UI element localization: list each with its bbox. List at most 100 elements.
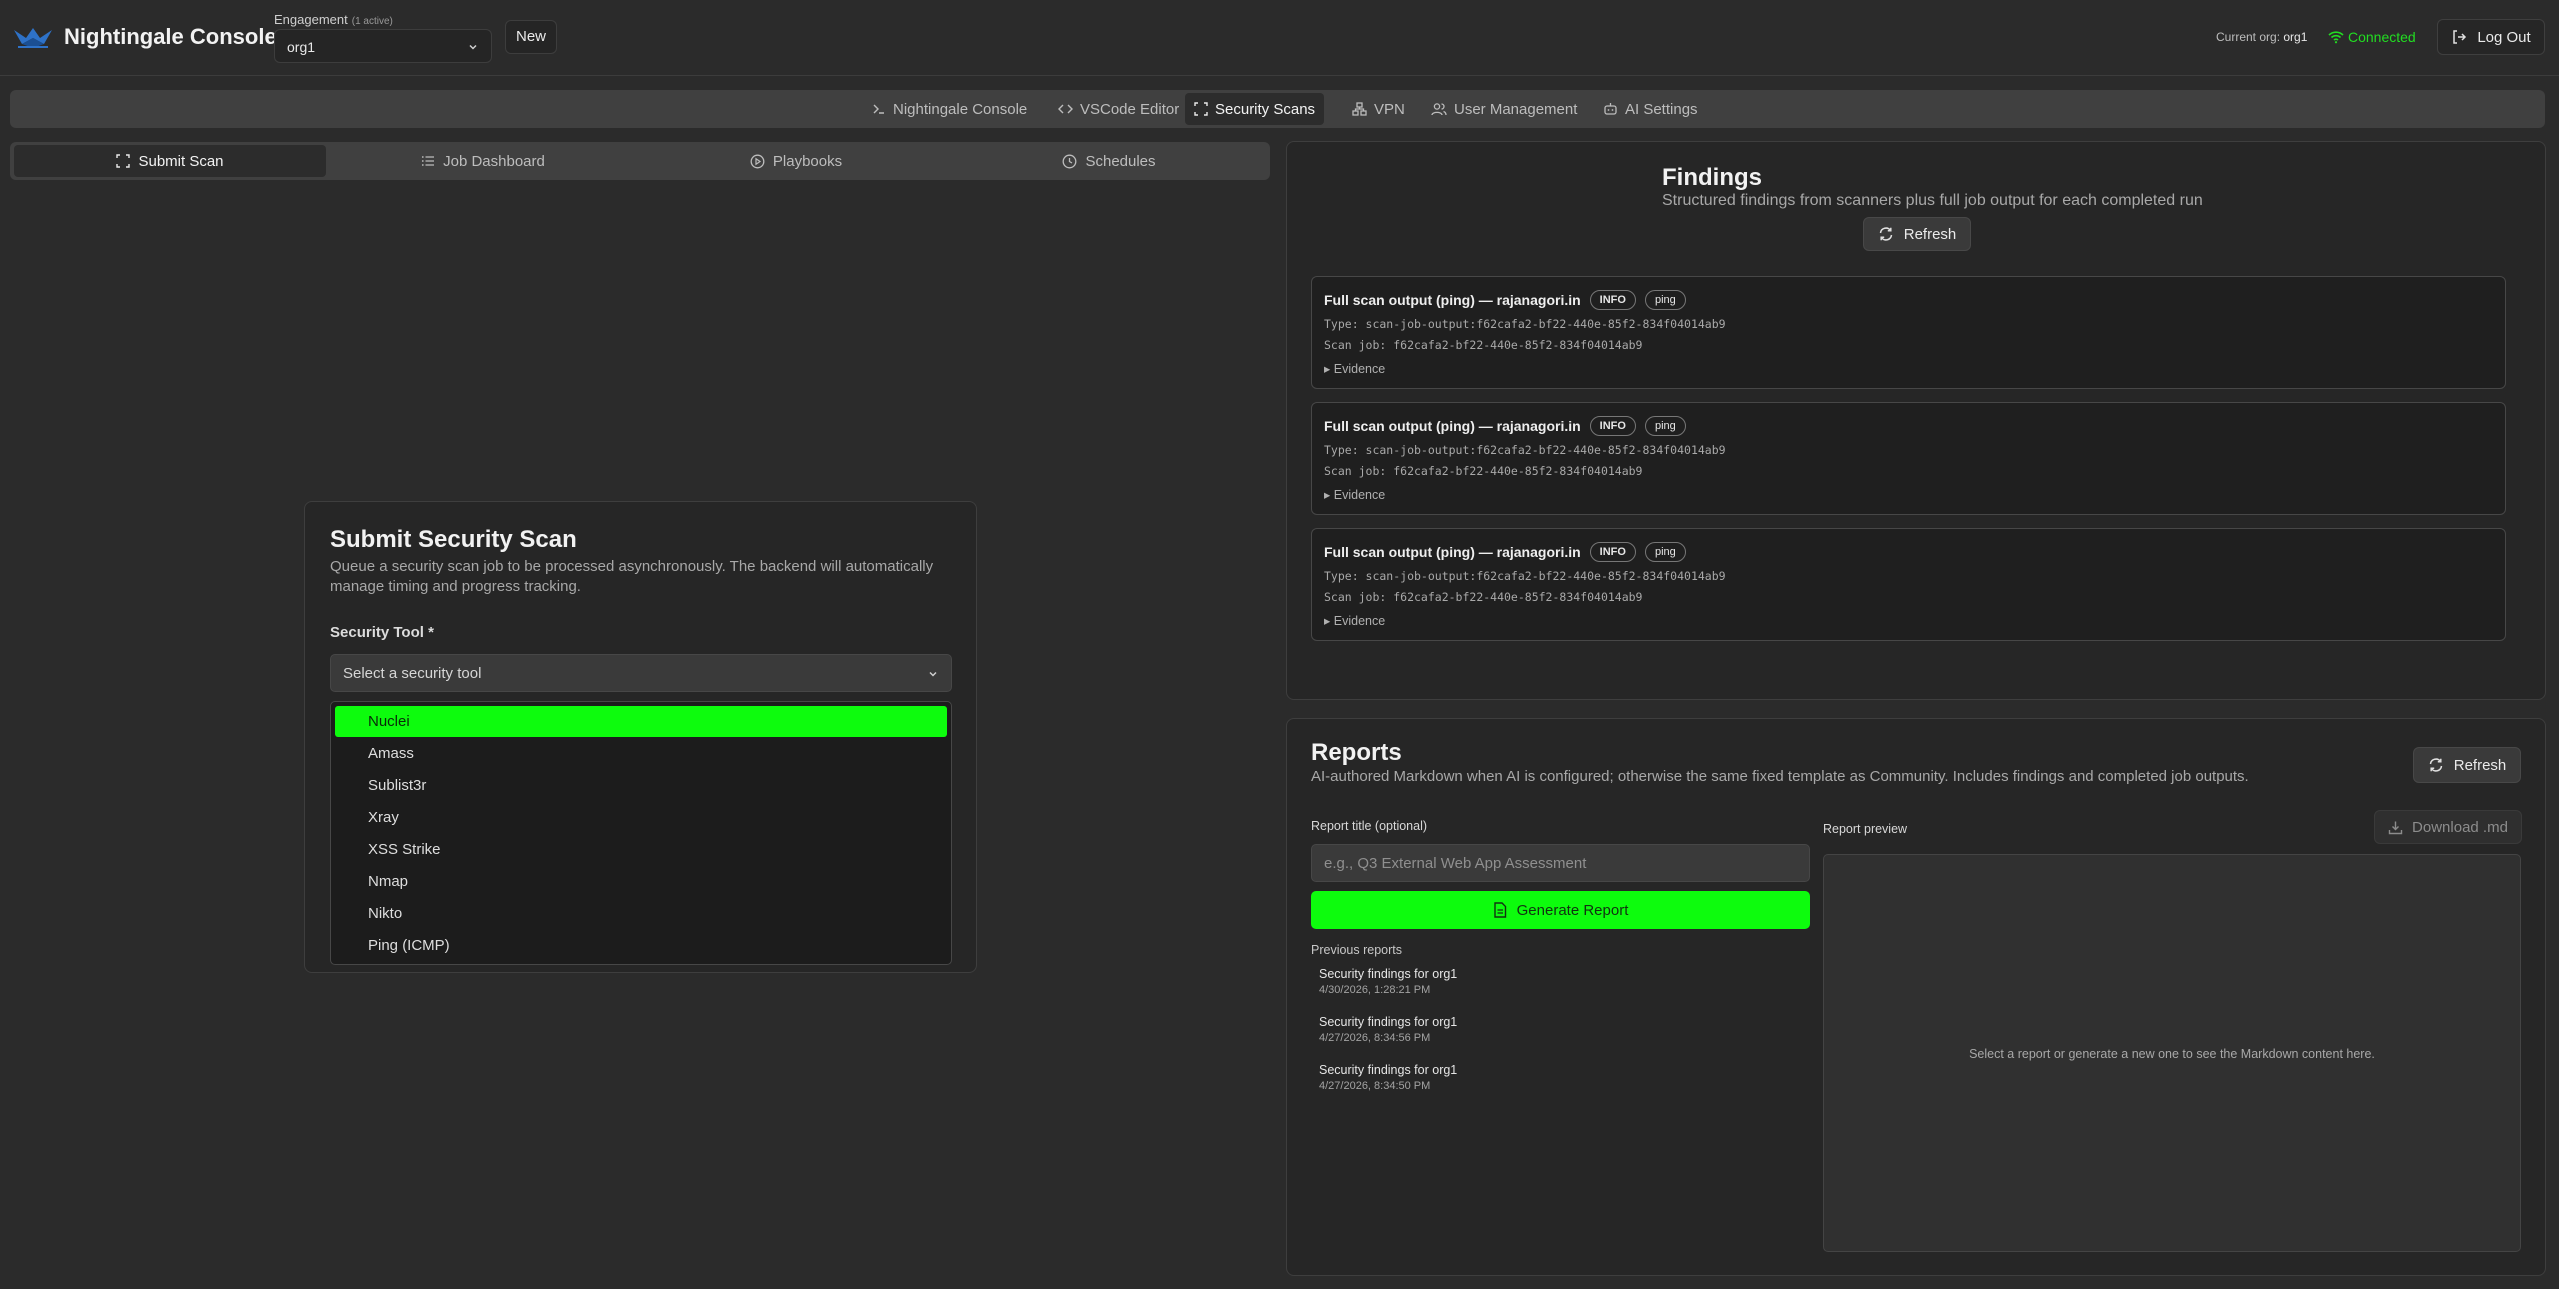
- play-circle-icon: [750, 154, 765, 169]
- previous-report-title: Security findings for org1: [1319, 1063, 1458, 1077]
- current-org: Current org: org1: [2216, 30, 2307, 44]
- app-header: Nightingale Console Engagement (1 active)…: [0, 0, 2559, 76]
- engagement-active-count: (1 active): [351, 16, 393, 27]
- findings-title: Findings: [1662, 164, 1762, 191]
- wifi-icon: [2328, 30, 2344, 44]
- users-icon: [1431, 102, 1447, 116]
- chevron-down-icon: [467, 41, 479, 53]
- report-preview-box: Select a report or generate a new one to…: [1823, 854, 2521, 1252]
- tab-vpn[interactable]: VPN: [1343, 93, 1414, 125]
- connection-status-text: Connected: [2348, 29, 2416, 45]
- download-icon: [2388, 820, 2403, 835]
- engagement-label: Engagement (1 active): [274, 12, 393, 27]
- download-md-button[interactable]: Download .md: [2374, 810, 2522, 844]
- tool-option-nmap[interactable]: Nmap: [335, 866, 947, 897]
- tab-vscode-editor[interactable]: VSCode Editor: [1049, 93, 1188, 125]
- tab-label: VSCode Editor: [1080, 100, 1180, 118]
- finding-type: Type: scan-job-output:f62cafa2-bf22-440e…: [1324, 443, 1726, 457]
- evidence-label: Evidence: [1333, 614, 1386, 628]
- new-engagement-button[interactable]: New: [505, 20, 557, 54]
- tool-option-ping[interactable]: Ping (ICMP): [335, 930, 947, 961]
- finding-card: Full scan output (ping) — rajanagori.in …: [1311, 276, 2506, 389]
- findings-description: Structured findings from scanners plus f…: [1662, 192, 2203, 209]
- scan-icon: [116, 154, 131, 168]
- finding-title-row: Full scan output (ping) — rajanagori.in …: [1324, 416, 1686, 436]
- previous-report-item[interactable]: Security findings for org1 4/30/2026, 1:…: [1319, 967, 1457, 996]
- tab-user-management[interactable]: User Management: [1422, 93, 1586, 125]
- submit-scan-description: Queue a security scan job to be processe…: [330, 558, 934, 595]
- generate-report-button[interactable]: Generate Report: [1311, 891, 1810, 929]
- nightingale-logo: [12, 24, 54, 50]
- finding-title: Full scan output (ping) — rajanagori.in: [1324, 544, 1581, 560]
- evidence-label: Evidence: [1333, 488, 1386, 502]
- security-tool-select[interactable]: Select a security tool: [330, 654, 952, 692]
- reports-refresh-button[interactable]: Refresh: [2413, 747, 2521, 783]
- reports-panel: Reports AI-authored Markdown when AI is …: [1286, 718, 2546, 1276]
- tab-nightingale-console[interactable]: Nightingale Console: [863, 93, 1036, 125]
- tool-option-amass[interactable]: Amass: [335, 738, 947, 769]
- subtab-submit-scan[interactable]: Submit Scan: [14, 145, 326, 177]
- report-preview-empty-text: Select a report or generate a new one to…: [1969, 1047, 2375, 1061]
- finding-scan-job: Scan job: f62cafa2-bf22-440e-85f2-834f04…: [1324, 338, 1643, 352]
- report-preview-label: Report preview: [1823, 822, 1908, 836]
- tool-option-xss-strike[interactable]: XSS Strike: [335, 834, 947, 865]
- findings-refresh-button[interactable]: Refresh: [1863, 217, 1971, 251]
- previous-report-date: 4/30/2026, 1:28:21 PM: [1319, 984, 1431, 996]
- refresh-label: Refresh: [2453, 756, 2507, 774]
- download-label: Download .md: [2412, 818, 2508, 836]
- engagement-value: org1: [287, 39, 316, 55]
- previous-report-title: Security findings for org1: [1319, 1015, 1458, 1029]
- evidence-toggle[interactable]: ▸ Evidence: [1324, 361, 1385, 376]
- tool-option-xray[interactable]: Xray: [335, 802, 947, 833]
- refresh-label: Refresh: [1903, 225, 1957, 243]
- list-icon: [421, 154, 435, 168]
- subtab-playbooks[interactable]: Playbooks: [640, 145, 952, 177]
- security-tool-placeholder: Select a security tool: [343, 665, 482, 682]
- finding-scan-job: Scan job: f62cafa2-bf22-440e-85f2-834f04…: [1324, 464, 1643, 478]
- tool-option-sublist3r[interactable]: Sublist3r: [335, 770, 947, 801]
- tab-label: Security Scans: [1215, 100, 1316, 118]
- refresh-icon: [2428, 757, 2444, 773]
- tab-ai-settings[interactable]: AI Settings: [1594, 93, 1707, 125]
- findings-panel: Findings Structured findings from scanne…: [1286, 141, 2546, 700]
- current-org-value: org1: [2283, 30, 2308, 44]
- finding-title: Full scan output (ping) — rajanagori.in: [1324, 292, 1581, 308]
- report-title-input[interactable]: [1311, 844, 1810, 882]
- previous-report-item[interactable]: Security findings for org1 4/27/2026, 8:…: [1319, 1063, 1457, 1092]
- connection-status: Connected: [2328, 29, 2416, 45]
- security-tool-label: Security Tool *: [330, 624, 434, 641]
- current-org-prefix: Current org:: [2216, 30, 2281, 44]
- reports-description: AI-authored Markdown when AI is configur…: [1311, 768, 2249, 785]
- previous-reports-label: Previous reports: [1311, 943, 1403, 957]
- logout-label: Log Out: [2477, 28, 2531, 46]
- code-icon: [1058, 102, 1073, 116]
- generate-report-label: Generate Report: [1516, 901, 1629, 919]
- finding-title-row: Full scan output (ping) — rajanagori.in …: [1324, 542, 1686, 562]
- evidence-toggle[interactable]: ▸ Evidence: [1324, 487, 1385, 502]
- severity-badge: INFO: [1589, 290, 1636, 310]
- tab-label: VPN: [1374, 100, 1405, 118]
- evidence-label: Evidence: [1333, 362, 1386, 376]
- engagement-select[interactable]: org1: [274, 29, 492, 63]
- tab-security-scans[interactable]: Security Scans: [1185, 93, 1325, 125]
- security-tool-dropdown: Nuclei Amass Sublist3r Xray XSS Strike N…: [330, 701, 952, 965]
- subtab-label: Job Dashboard: [443, 152, 545, 170]
- refresh-icon: [1878, 226, 1894, 242]
- logout-button[interactable]: Log Out: [2437, 19, 2545, 55]
- reports-title: Reports: [1311, 739, 1402, 766]
- tool-option-nuclei[interactable]: Nuclei: [335, 706, 947, 737]
- subtab-schedules[interactable]: Schedules: [953, 145, 1265, 177]
- previous-report-item[interactable]: Security findings for org1 4/27/2026, 8:…: [1319, 1015, 1457, 1044]
- report-title-label: Report title (optional): [1311, 819, 1428, 833]
- previous-report-title: Security findings for org1: [1319, 967, 1458, 981]
- subtab-job-dashboard[interactable]: Job Dashboard: [327, 145, 639, 177]
- logout-icon: [2451, 29, 2467, 45]
- evidence-toggle[interactable]: ▸ Evidence: [1324, 613, 1385, 628]
- finding-scan-job: Scan job: f62cafa2-bf22-440e-85f2-834f04…: [1324, 590, 1643, 604]
- tool-badge: ping: [1644, 542, 1686, 562]
- tool-option-nikto[interactable]: Nikto: [335, 898, 947, 929]
- finding-card: Full scan output (ping) — rajanagori.in …: [1311, 402, 2506, 515]
- tool-badge: ping: [1644, 416, 1686, 436]
- network-icon: [1352, 102, 1367, 116]
- finding-title: Full scan output (ping) — rajanagori.in: [1324, 418, 1581, 434]
